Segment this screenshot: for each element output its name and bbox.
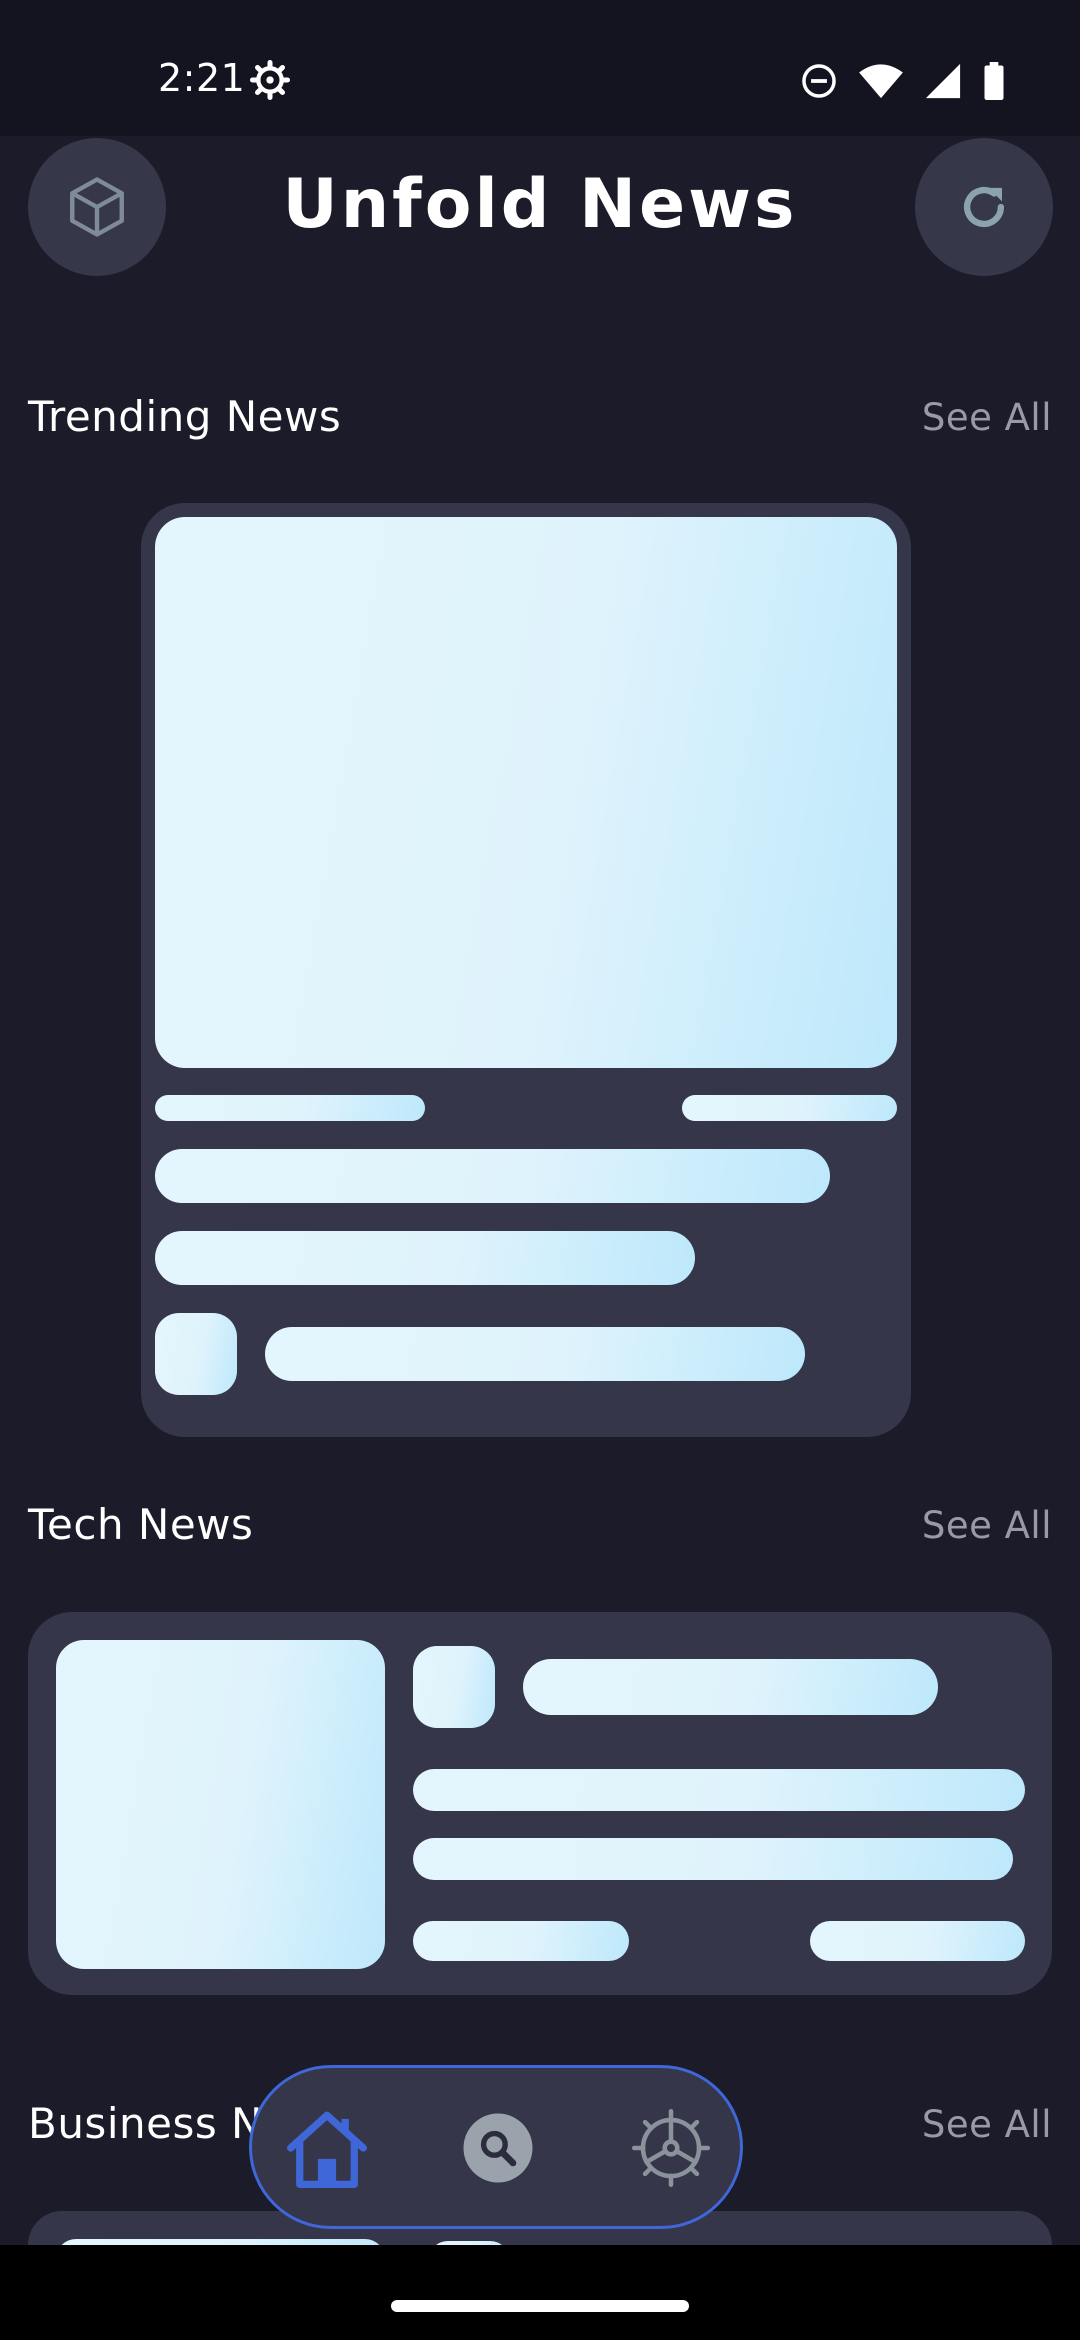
- trending-date-placeholder: [682, 1095, 897, 1121]
- settings-icon: [631, 2108, 711, 2188]
- trending-source-placeholder: [155, 1095, 425, 1121]
- settings-gear-icon: [250, 60, 290, 100]
- tech-image-placeholder: [56, 1640, 385, 1969]
- section-title-business: Business N: [28, 2099, 263, 2148]
- trending-headline-line-1: [155, 1149, 830, 1203]
- tech-source-placeholder: [413, 1921, 629, 1961]
- section-title-tech: Tech News: [28, 1500, 254, 1549]
- trending-author-avatar-placeholder: [155, 1313, 237, 1395]
- system-navigation-bar: [0, 2245, 1080, 2340]
- trending-headline-line-2: [155, 1231, 695, 1285]
- see-all-tech-link[interactable]: See All: [922, 1504, 1052, 1547]
- tech-date-placeholder: [810, 1921, 1025, 1961]
- battery-icon: [984, 62, 1004, 100]
- trending-author-placeholder: [265, 1327, 805, 1381]
- search-icon: [463, 2113, 533, 2183]
- home-icon: [287, 2111, 367, 2188]
- nav-home-button[interactable]: [272, 2090, 382, 2206]
- bottom-navigation: [249, 2065, 743, 2229]
- do-not-disturb-icon: [802, 64, 836, 98]
- tech-headline-line-2: [413, 1838, 1013, 1880]
- wifi-icon: [859, 64, 903, 99]
- see-all-trending-link[interactable]: See All: [922, 396, 1052, 439]
- nav-search-button[interactable]: [443, 2090, 553, 2206]
- cellular-signal-icon: [925, 63, 961, 99]
- trending-image-placeholder: [155, 517, 897, 1068]
- refresh-icon: [963, 186, 1005, 228]
- tech-author-placeholder: [523, 1659, 938, 1715]
- tech-headline-line-1: [413, 1769, 1025, 1811]
- refresh-button[interactable]: [915, 138, 1053, 276]
- section-title-trending: Trending News: [28, 392, 342, 441]
- status-bar: 2:21: [0, 0, 1080, 136]
- status-time: 2:21: [158, 56, 246, 100]
- tech-news-card[interactable]: [28, 1612, 1052, 1995]
- tech-avatar-placeholder: [413, 1646, 495, 1728]
- nav-settings-button[interactable]: [616, 2090, 726, 2206]
- see-all-business-link[interactable]: See All: [922, 2103, 1052, 2146]
- trending-news-card[interactable]: [141, 503, 911, 1437]
- gesture-handle[interactable]: [391, 2300, 689, 2312]
